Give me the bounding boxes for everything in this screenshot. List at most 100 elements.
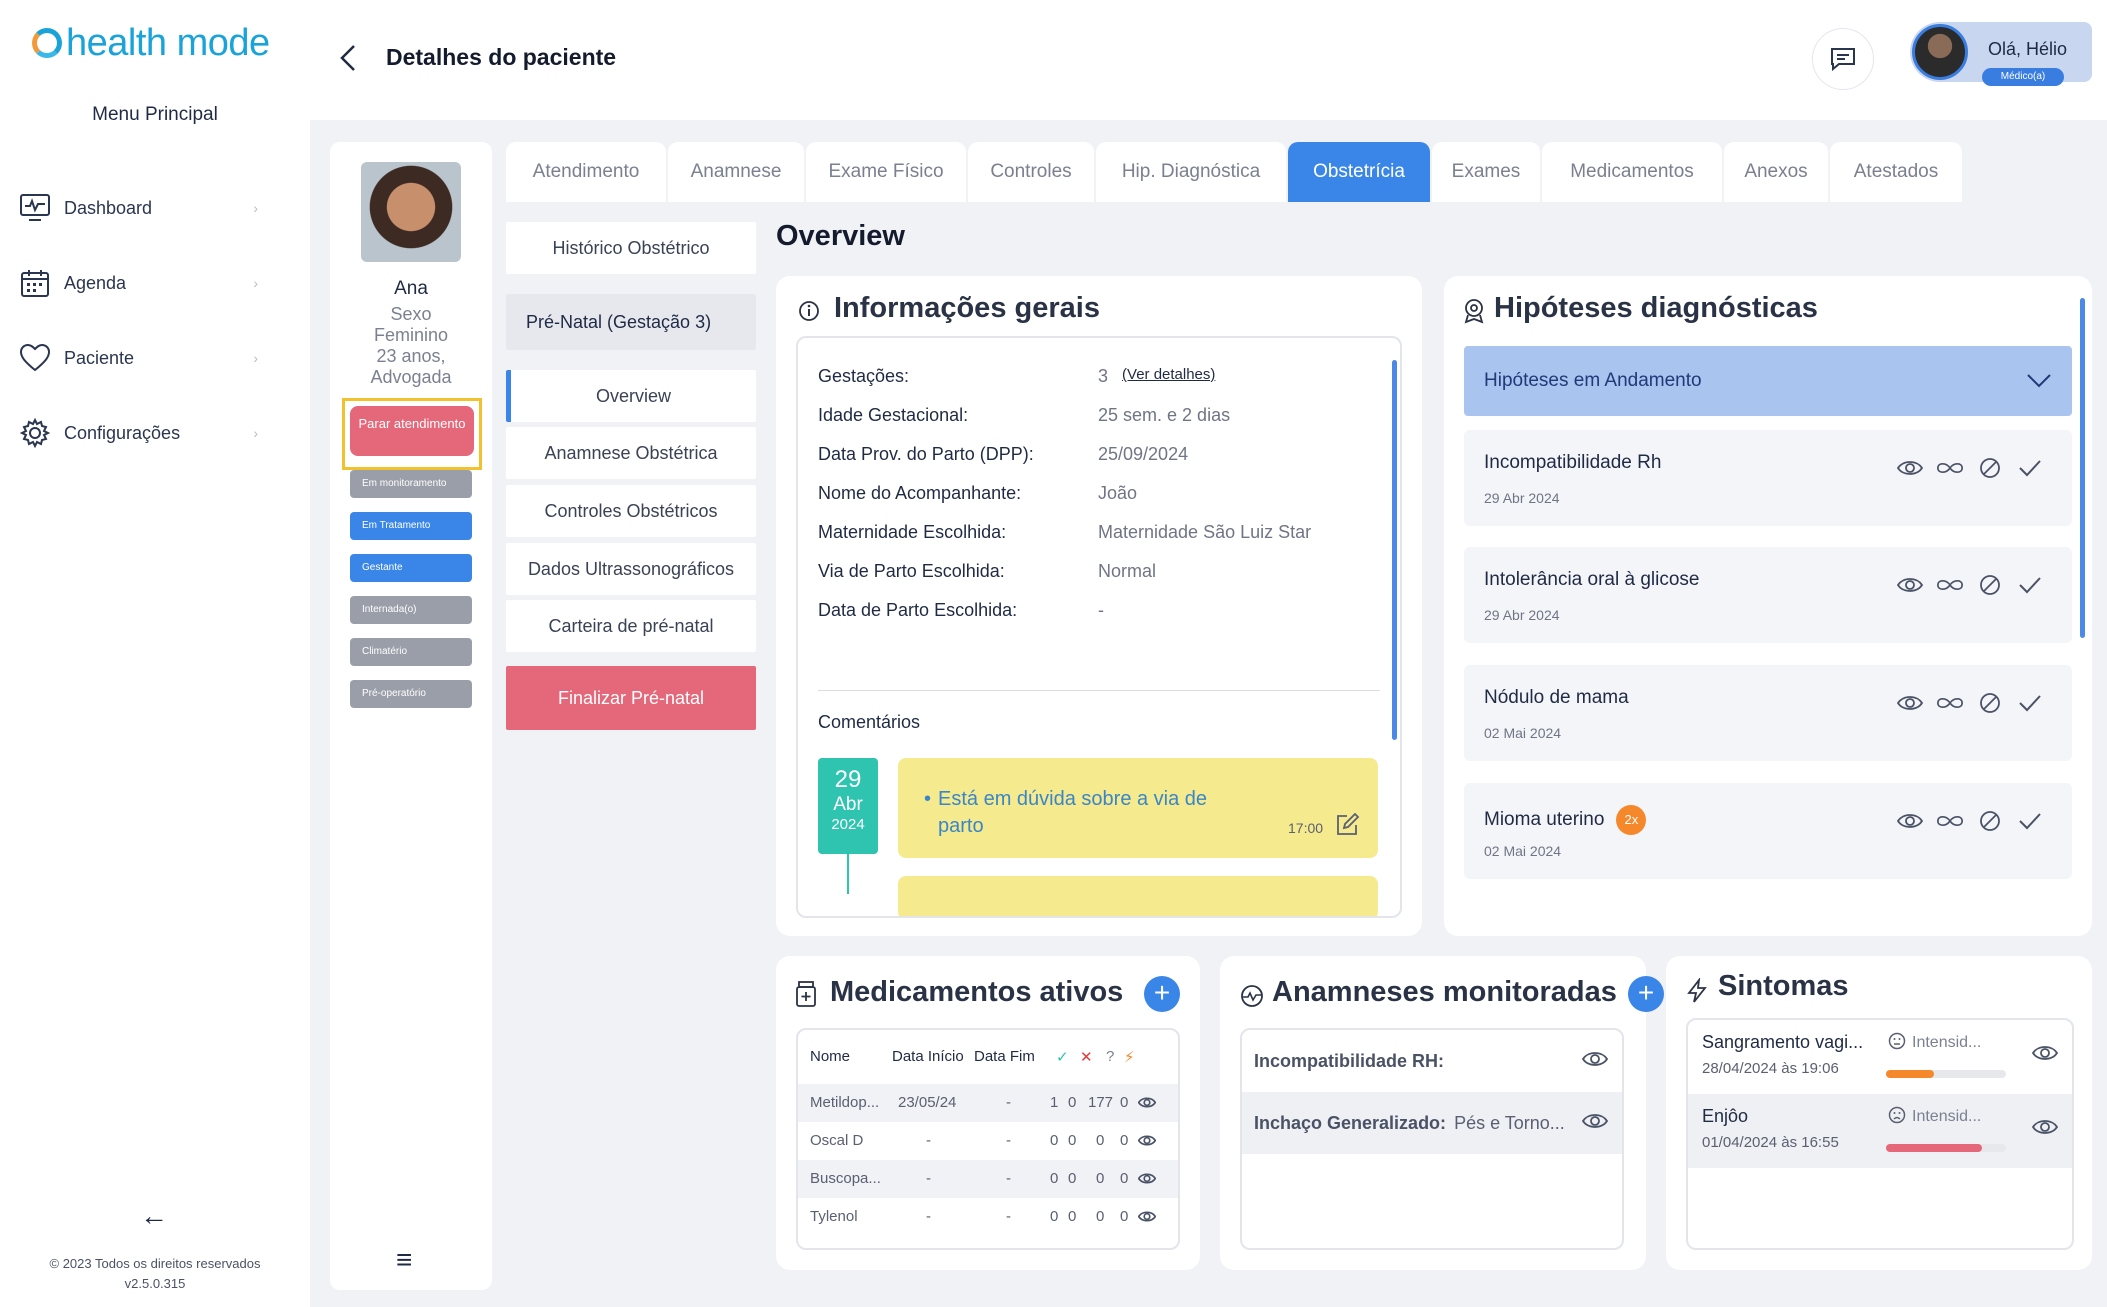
submenu-anamnese-obstetrica[interactable]: Anamnese Obstétrica [506, 427, 756, 479]
info-value: João [1098, 483, 1138, 503]
hypothesis-name: Nódulo de mama [1484, 687, 1629, 709]
status-tag-hospitalized[interactable]: Internada(o) [350, 596, 472, 624]
comment-text: • Está em dúvida sobre a via de parto [924, 786, 1258, 840]
sidebar-item-agenda[interactable]: Agenda › [18, 261, 258, 305]
check-icon: ✓ [1056, 1049, 1069, 1066]
list-item[interactable]: Sangramento vagi... 28/04/2024 às 19:06 … [1688, 1020, 2072, 1094]
infinity-icon[interactable] [1936, 454, 1964, 482]
overview-title: Overview [776, 220, 905, 252]
block-icon[interactable] [1976, 807, 2004, 835]
sidebar-item-paciente[interactable]: Paciente › [18, 336, 258, 380]
hypothesis-item[interactable]: Incompatibilidade Rh 29 Abr 2024 [1464, 430, 2072, 526]
table-row[interactable]: Oscal D - - 0 0 0 0 [798, 1122, 1178, 1160]
tab-exames[interactable]: Exames [1432, 142, 1540, 202]
submenu-controles-obstetricos[interactable]: Controles Obstétricos [506, 485, 756, 537]
infinity-icon[interactable] [1936, 807, 1964, 835]
eye-icon[interactable] [2031, 1118, 2059, 1141]
submenu-dados-ultrassonograficos[interactable]: Dados Ultrassonográficos [506, 543, 756, 595]
edit-icon[interactable] [1334, 812, 1360, 838]
eye-icon[interactable] [1581, 1112, 1609, 1135]
finish-prenatal-button[interactable]: Finalizar Pré-natal [506, 666, 756, 730]
stop-consultation-button[interactable]: Parar atendimento [350, 406, 474, 456]
hamburger-menu-icon[interactable]: ≡ [396, 1244, 412, 1276]
eye-icon[interactable] [1896, 571, 1924, 599]
check-icon[interactable] [2016, 571, 2044, 599]
eye-icon[interactable] [1896, 807, 1924, 835]
avatar [1912, 24, 1968, 80]
status-tag-preoperative[interactable]: Pré-operatório [350, 680, 472, 708]
add-anamnesis-button[interactable]: + [1628, 976, 1664, 1012]
eye-icon[interactable] [1581, 1050, 1609, 1073]
sidebar-item-configuracoes[interactable]: Configurações › [18, 411, 258, 455]
submenu-historico[interactable]: Histórico Obstétrico [506, 222, 756, 274]
tab-exame-fisico[interactable]: Exame Físico [806, 142, 966, 202]
list-item[interactable]: Incompatibilidade RH: [1242, 1030, 1622, 1092]
scrollbar[interactable] [2080, 298, 2085, 638]
anamnesis-label: Incompatibilidade RH: [1254, 1050, 1445, 1071]
chevron-right-icon: › [253, 425, 258, 441]
user-menu[interactable]: Olá, Hélio Médico(a) [1910, 22, 2092, 86]
hypotheses-card: Hipóteses diagnósticas Hipóteses em Anda… [1444, 276, 2092, 936]
block-icon[interactable] [1976, 454, 2004, 482]
tab-controles[interactable]: Controles [968, 142, 1094, 202]
sidebar-item-dashboard[interactable]: Dashboard › [18, 186, 258, 230]
tab-anexos[interactable]: Anexos [1724, 142, 1828, 202]
check-icon[interactable] [2016, 689, 2044, 717]
add-medication-button[interactable]: + [1144, 976, 1180, 1012]
block-icon[interactable] [1976, 689, 2004, 717]
app-logo[interactable]: health mode [32, 18, 270, 68]
list-item[interactable]: Enjôo 01/04/2024 às 16:55 Intensid... [1688, 1094, 2072, 1168]
eye-icon[interactable] [2031, 1044, 2059, 1067]
tab-anamnese[interactable]: Anamnese [668, 142, 804, 202]
hypotheses-in-progress-toggle[interactable]: Hipóteses em Andamento [1464, 346, 2072, 416]
table-row[interactable]: Tylenol - - 0 0 0 0 [798, 1198, 1178, 1236]
info-value: 25 sem. e 2 dias [1098, 405, 1231, 425]
info-label: Data Prov. do Parto (DPP): [818, 444, 1034, 464]
eye-icon[interactable] [1896, 454, 1924, 482]
hypothesis-name-text: Incompatibilidade Rh [1484, 452, 1662, 473]
block-icon[interactable] [1976, 571, 2004, 599]
hypothesis-name: Intolerância oral à glicose [1484, 569, 1699, 591]
comment-year: 2024 [831, 816, 865, 833]
eye-icon[interactable] [1896, 689, 1924, 717]
hypothesis-item[interactable]: Nódulo de mama 02 Mai 2024 [1464, 665, 2072, 761]
back-arrow-icon[interactable] [330, 38, 366, 78]
eye-icon[interactable] [1137, 1134, 1157, 1151]
tab-hip-diagnostica[interactable]: Hip. Diagnóstica [1096, 142, 1286, 202]
med-count-2: 0 [1068, 1094, 1077, 1111]
eye-icon[interactable] [1137, 1096, 1157, 1113]
details-link[interactable]: (Ver detalhes) [1122, 366, 1215, 392]
scrollbar[interactable] [1392, 360, 1397, 740]
infinity-icon[interactable] [1936, 689, 1964, 717]
tab-obstetricia[interactable]: Obstetrícia [1288, 142, 1430, 202]
table-row[interactable]: Buscopa... - - 0 0 0 0 [798, 1160, 1178, 1198]
tab-medicamentos[interactable]: Medicamentos [1542, 142, 1722, 202]
hypothesis-item[interactable]: Mioma uterino 2x 02 Mai 2024 [1464, 783, 2072, 879]
user-role-badge: Médico(a) [1982, 68, 2064, 86]
chevron-right-icon: › [253, 275, 258, 291]
collapse-sidebar-arrow-icon[interactable]: ← [140, 1200, 168, 1232]
divider [818, 690, 1380, 691]
status-tag-climacteric[interactable]: Climatério [350, 638, 472, 666]
table-row[interactable]: Metildop... 23/05/24 - 1 0 177 0 [798, 1084, 1178, 1122]
eye-icon[interactable] [1137, 1210, 1157, 1227]
check-icon[interactable] [2016, 807, 2044, 835]
status-tag-pregnant[interactable]: Gestante [350, 554, 472, 582]
hypothesis-name-text: Mioma uterino [1484, 809, 1605, 830]
list-item[interactable]: Inchaço Generalizado: Pés e Torno... [1242, 1092, 1622, 1154]
submenu-carteira-prenatal[interactable]: Carteira de pré-natal [506, 600, 756, 652]
status-tag-treatment[interactable]: Em Tratamento [350, 512, 472, 540]
med-end: - [1006, 1094, 1011, 1111]
symptoms-list: Sangramento vagi... 28/04/2024 às 19:06 … [1686, 1018, 2074, 1250]
hypothesis-item[interactable]: Intolerância oral à glicose 29 Abr 2024 [1464, 547, 2072, 643]
infinity-icon[interactable] [1936, 571, 1964, 599]
chat-button[interactable] [1812, 28, 1874, 90]
status-tag-monitoring[interactable]: Em monitoramento [350, 470, 472, 498]
submenu-prenatal[interactable]: Pré-Natal (Gestação 3) [506, 294, 756, 350]
hypothesis-date: 29 Abr 2024 [1484, 490, 1560, 506]
tab-atendimento[interactable]: Atendimento [506, 142, 666, 202]
submenu-overview[interactable]: Overview [506, 370, 756, 422]
tab-atestados[interactable]: Atestados [1830, 142, 1962, 202]
eye-icon[interactable] [1137, 1172, 1157, 1189]
check-icon[interactable] [2016, 454, 2044, 482]
